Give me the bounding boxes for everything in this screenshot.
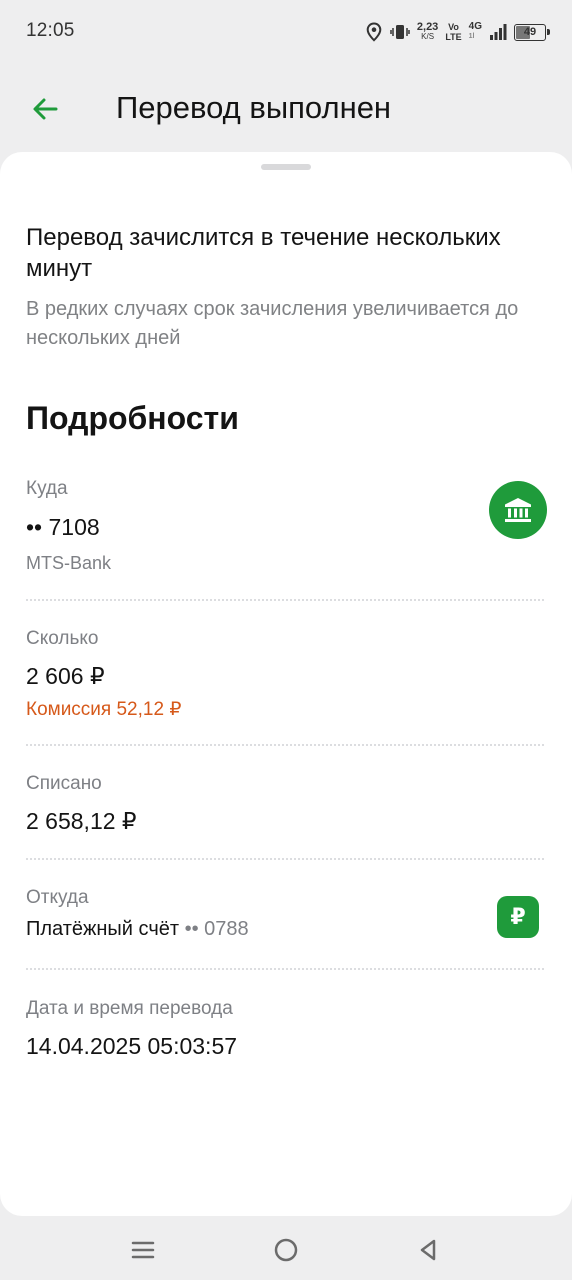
to-value: •• 7108 [26,514,100,540]
amount-value: 2 606 ₽ [26,663,105,689]
debited-label: Списано [26,773,102,794]
system-nav-bar [0,1220,572,1280]
from-account: Платёжный счёт •• 0788 [26,918,249,941]
home-circle-icon [274,1238,298,1262]
to-label: Куда [26,478,68,499]
network-type: 4G 1l [468,21,482,41]
divider [26,858,544,860]
net-speed: 2,23 K/S [416,21,439,42]
bank-icon [505,498,531,522]
divider [26,599,544,601]
back-button[interactable] [24,88,66,130]
sheet-grabber[interactable] [261,164,311,170]
menu-button[interactable] [125,1232,161,1268]
ruble-icon: ₽ [497,896,539,938]
fee-value: Комиссия 52,12 ₽ [26,699,182,720]
divider [26,744,544,746]
home-button[interactable] [268,1232,304,1268]
details-sheet: Перевод зачислится в течение нескольких … [0,152,572,1216]
details-title: Подробности [26,400,239,436]
divider [26,968,544,970]
back-triangle-icon [420,1239,436,1261]
to-bank: MTS-Bank [26,553,112,573]
location-icon [365,22,383,42]
bank-badge [489,481,547,539]
status-icons: 2,23 K/S Vo LTE 4G 1l 49 [365,18,550,46]
status-time: 12:05 [26,20,75,41]
datetime-label: Дата и время перевода [26,998,233,1019]
from-label: Откуда [26,887,89,908]
header: Перевод выполнен [0,72,572,146]
volte-indicator: Vo LTE [445,22,462,42]
status-bar: 12:05 2,23 K/S Vo LTE 4G 1l 49 [0,0,572,64]
from-account-mask: •• 0788 [184,918,249,940]
from-account-name: Платёжный счёт [26,918,180,940]
debited-value: 2 658,12 ₽ [26,808,137,834]
vibrate-icon [390,23,410,41]
menu-icon [131,1241,155,1259]
signal-icon [489,23,507,41]
datetime-value: 14.04.2025 05:03:57 [26,1033,238,1059]
page-title: Перевод выполнен [116,90,392,125]
battery-icon: 49 [514,23,550,41]
info-subtitle: В редких случаях срок зачисления увеличи… [26,298,519,349]
info-title: Перевод зачислится в течение нескольких … [26,224,501,282]
arrow-left-icon [33,98,58,120]
amount-label: Сколько [26,628,99,649]
nav-back-button[interactable] [410,1232,446,1268]
